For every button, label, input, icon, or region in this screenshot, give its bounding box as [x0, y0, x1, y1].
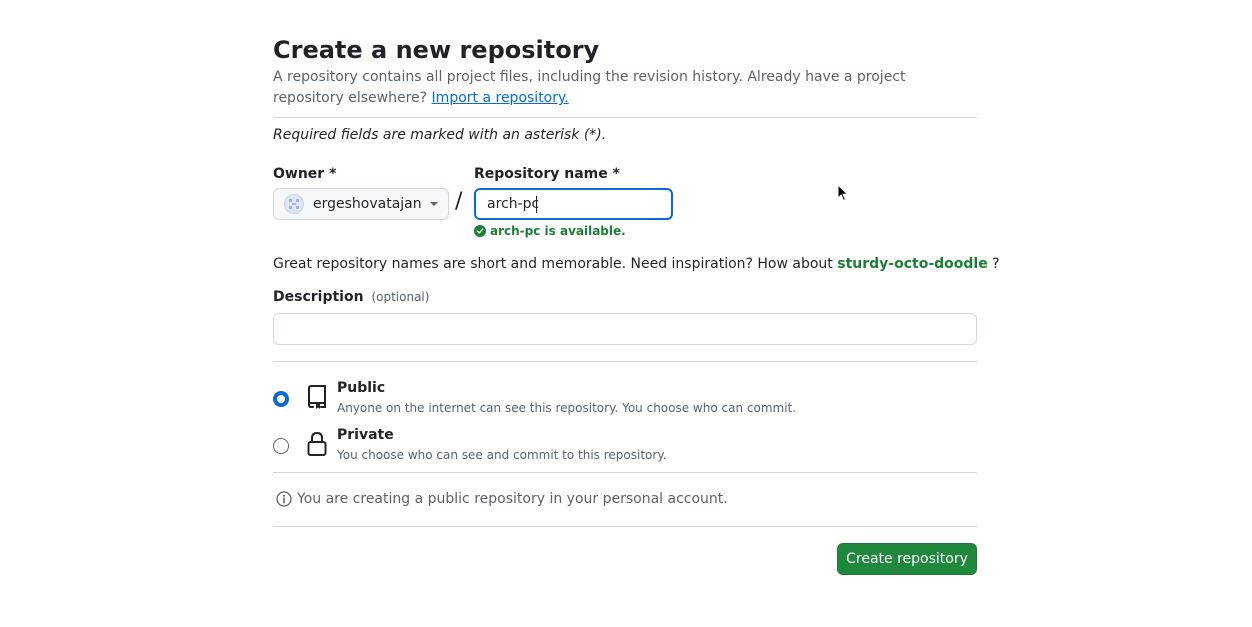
check-circle-icon [474, 225, 486, 237]
description-input[interactable] [273, 313, 977, 345]
mouse-pointer-icon [837, 184, 849, 202]
visibility-info-text: You are creating a public repository in … [297, 491, 728, 507]
divider [273, 526, 977, 527]
inspiration-text: Great repository names are short and mem… [273, 256, 833, 272]
divider [273, 117, 977, 118]
visibility-info: You are creating a public repository in … [276, 491, 728, 507]
page-title: Create a new repository [273, 36, 600, 64]
page-subtitle: A repository contains all project files,… [273, 67, 977, 109]
owner-label: Owner * [273, 166, 337, 182]
identicon-icon [289, 199, 299, 209]
description-label-text: Description [273, 289, 364, 305]
owner-dropdown[interactable]: ergeshovatajan [273, 188, 449, 220]
inspiration-suffix: ? [992, 256, 1000, 272]
owner-name: ergeshovatajan [313, 196, 422, 212]
info-icon [276, 491, 292, 507]
description-label: Description (optional) [273, 289, 429, 305]
repository-name-input[interactable] [474, 188, 673, 220]
chevron-down-icon [430, 202, 438, 206]
name-suggestion[interactable]: sturdy-octo-doodle [837, 256, 987, 272]
divider [273, 361, 977, 362]
availability-text: arch-pc is available. [490, 224, 626, 238]
private-description: You choose who can see and commit to thi… [337, 448, 667, 462]
public-description: Anyone on the internet can see this repo… [337, 401, 797, 415]
repo-icon [308, 385, 326, 409]
public-label: Public [337, 380, 386, 396]
required-fields-note: Required fields are marked with an aster… [273, 127, 607, 143]
divider [273, 472, 977, 473]
public-radio[interactable] [273, 391, 289, 407]
availability-message: arch-pc is available. [474, 224, 626, 238]
import-repository-link[interactable]: Import a repository. [432, 90, 569, 106]
private-radio[interactable] [273, 438, 289, 454]
optional-tag: (optional) [371, 290, 430, 304]
name-inspiration: Great repository names are short and mem… [273, 254, 1000, 274]
owner-repo-separator: / [455, 189, 463, 214]
create-repository-button[interactable]: Create repository [837, 543, 977, 575]
private-label: Private [337, 427, 394, 443]
text-cursor [536, 196, 537, 213]
lock-icon [307, 431, 327, 456]
repo-name-label: Repository name * [474, 166, 620, 182]
subtitle-text: A repository contains all project files,… [273, 69, 906, 106]
avatar [284, 194, 304, 214]
